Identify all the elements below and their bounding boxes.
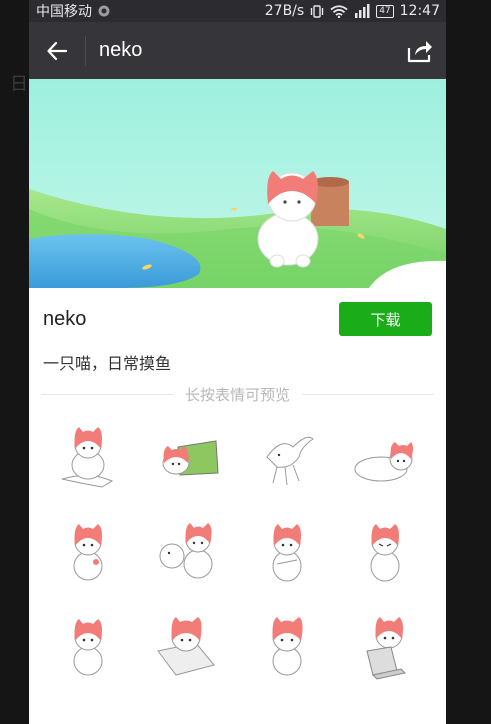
sim-icon: [98, 5, 110, 17]
sticker-item[interactable]: [41, 410, 139, 503]
clock: 12:47: [399, 3, 440, 19]
share-icon: [407, 40, 432, 62]
share-button[interactable]: [394, 22, 446, 79]
sticker-item[interactable]: [41, 596, 139, 689]
sticker-item[interactable]: [336, 410, 434, 503]
status-bar: 中国移动 27B/s 47 12:47: [29, 0, 446, 22]
sticker-item[interactable]: [336, 503, 434, 596]
battery-level: 47: [379, 5, 391, 16]
back-arrow-icon: [47, 41, 68, 60]
sticker-pack-banner: [29, 79, 446, 288]
divider: [41, 393, 173, 395]
nav-bar: neko: [29, 22, 446, 79]
signal-icon: [354, 4, 370, 18]
sticker-item[interactable]: [238, 410, 336, 503]
nav-divider: [85, 35, 86, 66]
page-title: neko: [99, 39, 143, 61]
back-button[interactable]: [29, 22, 85, 79]
divider: [302, 393, 435, 395]
sticker-grid: [29, 410, 446, 689]
sticker-item[interactable]: [336, 596, 434, 689]
sticker-item[interactable]: [238, 503, 336, 596]
carrier-label: 中国移动: [36, 4, 92, 20]
wifi-icon: [330, 4, 348, 18]
preview-hint: 长按表情可预览: [185, 385, 291, 404]
sticker-item[interactable]: [238, 596, 336, 689]
sticker-item[interactable]: [41, 503, 139, 596]
sticker-item[interactable]: [139, 596, 237, 689]
sticker-item[interactable]: [139, 410, 237, 503]
preview-hint-row: 长按表情可预览: [29, 378, 446, 410]
pack-info-row: neko 下载: [29, 288, 446, 350]
pack-name: neko: [43, 307, 87, 330]
background-window-fragment: 日: [10, 74, 28, 95]
network-speed: 27B/s: [264, 3, 305, 19]
sticker-item[interactable]: [139, 503, 237, 596]
pack-description: 一只喵，日常摸鱼: [43, 354, 172, 373]
battery-icon: 47: [376, 4, 394, 18]
download-button[interactable]: 下载: [339, 302, 432, 336]
vibrate-icon: [310, 4, 324, 18]
phone-screen: 中国移动 27B/s 47 12:47 neko neko 下载 一只喵，日常摸…: [29, 0, 446, 724]
